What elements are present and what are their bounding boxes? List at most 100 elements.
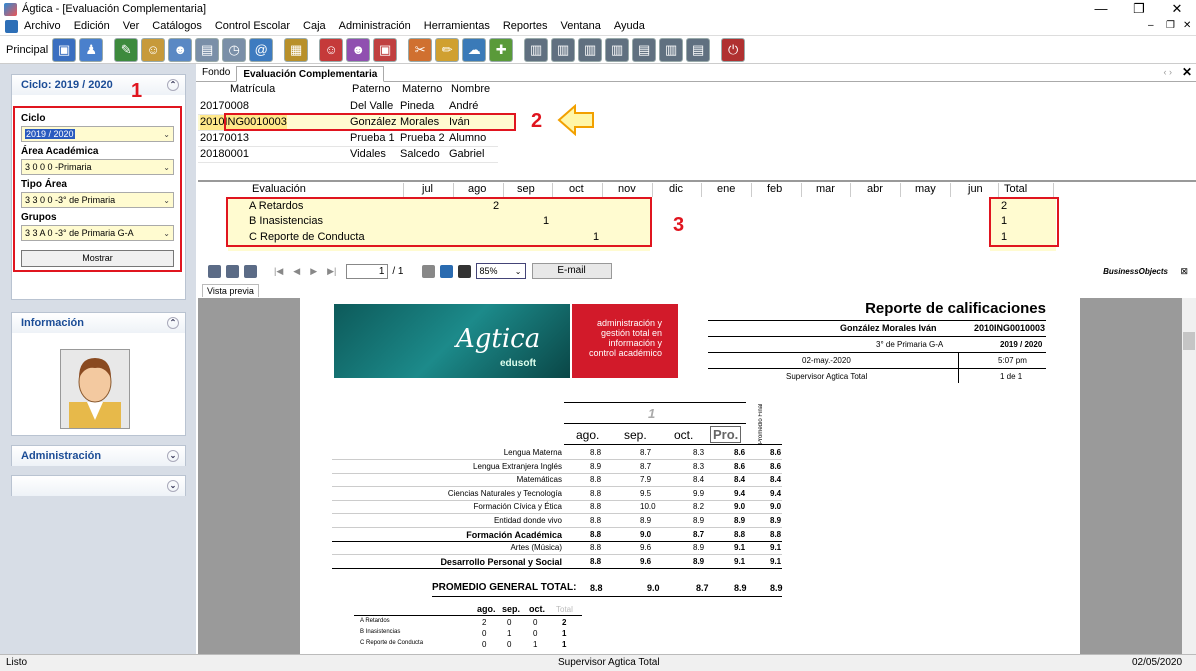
page-input[interactable]: 1 bbox=[346, 263, 389, 279]
report5-icon[interactable]: ▤ bbox=[632, 37, 657, 62]
email-icon[interactable]: @ bbox=[249, 37, 274, 62]
scrollbar-thumb[interactable] bbox=[1183, 332, 1195, 350]
system-menu-icon[interactable] bbox=[5, 19, 18, 33]
prev-page-icon[interactable]: ◀ bbox=[293, 266, 300, 277]
col-nov[interactable]: nov bbox=[618, 183, 636, 195]
refresh-icon[interactable] bbox=[439, 264, 453, 278]
col-jun[interactable]: jun bbox=[968, 183, 983, 195]
last-page-icon[interactable]: ▶| bbox=[327, 266, 336, 277]
cashier-icon[interactable]: ▦ bbox=[284, 37, 309, 62]
expand-icon[interactable]: ⌄ bbox=[167, 450, 179, 462]
collapse-icon[interactable]: ⌃ bbox=[167, 79, 179, 91]
mini-cell: 0 bbox=[533, 629, 538, 638]
next-page-icon[interactable]: ▶ bbox=[310, 266, 317, 277]
report7-icon[interactable]: ▤ bbox=[686, 37, 711, 62]
maximize-button[interactable]: ❐ bbox=[1122, 0, 1156, 18]
home-icon[interactable]: ▣ bbox=[52, 37, 77, 62]
exit-icon[interactable]: ⏻ bbox=[721, 37, 746, 62]
users-icon[interactable]: ☻ bbox=[346, 37, 371, 62]
grade-cell: 8.8 bbox=[590, 488, 602, 498]
students-icon[interactable]: ☺ bbox=[141, 37, 166, 62]
col-feb[interactable]: feb bbox=[767, 183, 782, 195]
menu-ventana[interactable]: Ventana bbox=[560, 20, 600, 32]
tools-icon[interactable]: ✂ bbox=[408, 37, 433, 62]
preview-tab[interactable]: Vista previa bbox=[202, 284, 259, 297]
col-ene[interactable]: ene bbox=[717, 183, 735, 195]
mini-cell: 2 bbox=[482, 618, 487, 627]
menu-administracion[interactable]: Administración bbox=[339, 20, 411, 32]
mdi-restore-button[interactable]: ❐ bbox=[1166, 18, 1175, 34]
col-ago[interactable]: ago bbox=[468, 183, 486, 195]
grade-cell: 8.9 bbox=[640, 516, 652, 525]
id-card-icon[interactable]: ▣ bbox=[373, 37, 398, 62]
vertical-scrollbar[interactable] bbox=[1182, 298, 1196, 654]
table-row[interactable]: 20170008 Del Valle Pineda André bbox=[198, 98, 498, 114]
col-nombre[interactable]: Nombre bbox=[451, 83, 490, 95]
col-abr[interactable]: abr bbox=[867, 183, 883, 195]
tab-close-icon[interactable]: ✕ bbox=[1182, 65, 1192, 79]
info-panel-header[interactable]: Información ⌃ bbox=[12, 313, 185, 333]
pencil-icon[interactable]: ✏ bbox=[435, 37, 460, 62]
clock-icon[interactable]: ◷ bbox=[222, 37, 247, 62]
report6-icon[interactable]: ▥ bbox=[659, 37, 684, 62]
first-page-icon[interactable]: |◀ bbox=[274, 266, 283, 277]
page-count: / 1 bbox=[392, 265, 404, 277]
teachers-icon[interactable]: ☻ bbox=[168, 37, 193, 62]
grade-cell: 8.8 bbox=[590, 543, 602, 553]
collapse-icon[interactable]: ⌃ bbox=[167, 317, 179, 329]
col-materno[interactable]: Materno bbox=[402, 83, 442, 95]
col-paterno[interactable]: Paterno bbox=[352, 83, 391, 95]
mini-cell: 2 bbox=[562, 618, 567, 627]
report4-icon[interactable]: ▥ bbox=[605, 37, 630, 62]
menu-catalogos[interactable]: Catálogos bbox=[152, 20, 202, 32]
report2-icon[interactable]: ▥ bbox=[551, 37, 576, 62]
col-mar[interactable]: mar bbox=[816, 183, 835, 195]
people-icon[interactable]: ☺ bbox=[319, 37, 344, 62]
card-icon[interactable]: ▤ bbox=[195, 37, 220, 62]
menu-herramientas[interactable]: Herramientas bbox=[424, 20, 490, 32]
menu-archivo[interactable]: Archivo bbox=[24, 20, 61, 32]
tree-icon[interactable] bbox=[244, 264, 257, 278]
group-icon[interactable]: ♟ bbox=[79, 37, 104, 62]
table-row[interactable]: 20170013 Prueba 1 Prueba 2 Alumno bbox=[198, 130, 498, 146]
report-close-icon[interactable]: ⊠ bbox=[1180, 266, 1188, 277]
admin-panel-header[interactable]: Administración ⌄ bbox=[12, 446, 185, 466]
export-icon[interactable] bbox=[208, 264, 221, 278]
mdi-minimize-button[interactable]: – bbox=[1148, 18, 1154, 34]
email-button[interactable]: E-mail bbox=[531, 263, 612, 279]
tab-scroll-icon[interactable]: ‹ › bbox=[1164, 67, 1173, 77]
menu-caja[interactable]: Caja bbox=[303, 20, 326, 32]
report3-icon[interactable]: ▥ bbox=[578, 37, 603, 62]
close-button[interactable]: ✕ bbox=[1160, 0, 1194, 18]
col-may[interactable]: may bbox=[915, 183, 936, 195]
extra-panel-header[interactable]: ⌄ bbox=[12, 476, 185, 496]
minimize-button[interactable]: — bbox=[1084, 0, 1118, 18]
col-evaluacion[interactable]: Evaluación bbox=[252, 183, 306, 195]
tab-evaluacion[interactable]: Evaluación Complementaria bbox=[236, 66, 385, 82]
menu-reportes[interactable]: Reportes bbox=[503, 20, 548, 32]
cloud-icon[interactable]: ☁ bbox=[462, 37, 487, 62]
zoom-select[interactable]: 85% ⌄ bbox=[475, 263, 526, 279]
ciclo-panel-header[interactable]: Ciclo: 2019 / 2020 ⌃ bbox=[12, 75, 185, 95]
edit-icon[interactable]: ✎ bbox=[114, 37, 139, 62]
report1-icon[interactable]: ▥ bbox=[524, 37, 549, 62]
menu-control-escolar[interactable]: Control Escolar bbox=[215, 20, 290, 32]
col-matricula[interactable]: Matrícula bbox=[230, 83, 275, 95]
search-icon[interactable] bbox=[457, 264, 471, 278]
col-dic[interactable]: dic bbox=[669, 183, 683, 195]
grade-cell: 8.7 bbox=[693, 529, 705, 539]
stop-icon[interactable] bbox=[421, 264, 435, 278]
col-total[interactable]: Total bbox=[1004, 183, 1027, 195]
col-sep[interactable]: sep bbox=[517, 183, 535, 195]
table-row[interactable]: 20180001 Vidales Salcedo Gabriel bbox=[198, 146, 498, 162]
expand-icon[interactable]: ⌄ bbox=[167, 480, 179, 492]
mdi-close-button[interactable]: ✕ bbox=[1183, 18, 1191, 34]
col-jul[interactable]: jul bbox=[422, 183, 433, 195]
print-icon[interactable] bbox=[226, 264, 239, 278]
menu-edicion[interactable]: Edición bbox=[74, 20, 110, 32]
tab-fondo[interactable]: Fondo bbox=[196, 65, 236, 81]
menu-ver[interactable]: Ver bbox=[123, 20, 140, 32]
menu-ayuda[interactable]: Ayuda bbox=[614, 20, 645, 32]
puzzle-icon[interactable]: ✚ bbox=[489, 37, 514, 62]
col-oct[interactable]: oct bbox=[569, 183, 584, 195]
